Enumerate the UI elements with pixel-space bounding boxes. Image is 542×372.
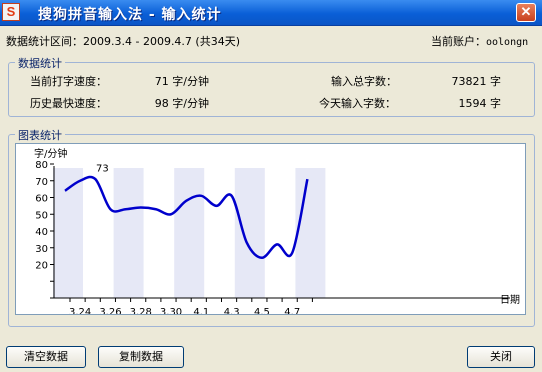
today-chars-label: 今天输入字数：	[319, 97, 396, 110]
stats-groupbox: 数据统计 当前打字速度： 71 字/分钟 历史最快速度： 98 字/分钟 输入总…	[8, 55, 535, 117]
x-tick-label: 3.26	[99, 307, 121, 314]
stats-group-title: 数据统计	[15, 55, 65, 71]
y-tick-label: 80	[35, 160, 48, 171]
chart-band	[234, 168, 265, 298]
window-close-button[interactable]: ✕	[516, 3, 536, 22]
window-title: 搜狗拼音输入法 - 输入统计	[38, 7, 222, 23]
account-info: 当前账户：oolongn	[431, 33, 528, 49]
chart-groupbox: 图表统计 20 30 40 50 60 70 80 3.24 3.26 3.28 3.30 4.1 4.…	[8, 127, 535, 327]
y-axis-title: 字/分钟	[34, 147, 67, 160]
fastest-speed-value: 98 字/分钟	[154, 97, 209, 110]
y-tick-label: 50	[35, 210, 48, 221]
total-chars-value: 73821 字	[451, 75, 502, 88]
account-label: 当前账户：	[431, 35, 486, 48]
speed-chart: 20 30 40 50 60 70 80 3.24 3.26 3.28 3.30 4.1 4.3 4.5 4…	[34, 147, 520, 318]
x-tick-label: 4.5	[254, 307, 270, 314]
chart-band	[174, 168, 205, 298]
x-tick-label: 3.28	[130, 307, 152, 314]
chart-band	[295, 168, 326, 298]
y-tick-label: 60	[35, 194, 48, 205]
y-tick-label: 30	[35, 244, 48, 255]
x-tick-label: 3.24	[69, 307, 91, 314]
close-button[interactable]: 关闭	[467, 346, 535, 368]
clear-data-button[interactable]: 清空数据	[6, 346, 86, 368]
y-tick-label: 70	[35, 177, 48, 188]
x-tick-label: 3.30	[160, 307, 182, 314]
sogou-logo-icon[interactable]: S	[2, 3, 20, 21]
x-tick-label: 4.1	[193, 307, 209, 314]
chart-area: 20 30 40 50 60 70 80 3.24 3.26 3.28 3.30 4.1 4.3 4.5 4…	[15, 143, 526, 318]
current-speed-label: 当前打字速度：	[30, 75, 107, 88]
y-tick-label: 40	[35, 227, 48, 238]
x-tick-label: 4.7	[284, 307, 300, 314]
stats-range: 数据统计区间：2009.3.4 - 2009.4.7 (共34天)	[6, 35, 241, 48]
x-tick-label: 4.3	[224, 307, 240, 314]
y-tick-label: 20	[35, 261, 48, 272]
chart-band	[113, 168, 144, 298]
title-bar[interactable]: S 搜狗拼音输入法 - 输入统计 ✕	[0, 0, 542, 26]
total-chars-label: 输入总字数：	[331, 75, 397, 88]
chart-group-title: 图表统计	[15, 127, 65, 143]
account-value: oolongn	[486, 37, 529, 48]
current-speed-value: 71 字/分钟	[154, 75, 209, 88]
x-axis-title: 日期	[500, 294, 520, 306]
fastest-speed-label: 历史最快速度：	[30, 97, 107, 110]
peak-annotation: 73	[96, 164, 109, 175]
today-chars-value: 1594 字	[458, 97, 502, 110]
copy-data-button[interactable]: 复制数据	[98, 346, 184, 368]
